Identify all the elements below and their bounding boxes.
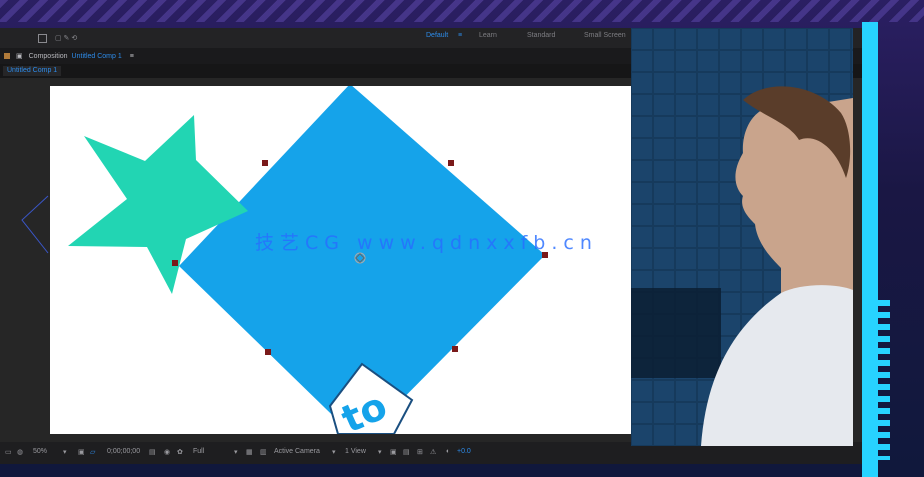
chevron-down-icon[interactable]: ▾ bbox=[378, 448, 382, 456]
panel-menu-icon[interactable]: ≡ bbox=[130, 53, 134, 60]
chevron-down-icon[interactable]: ▾ bbox=[332, 448, 336, 456]
transform-handle[interactable] bbox=[448, 160, 454, 166]
color-management-icon[interactable]: ✿ bbox=[177, 448, 183, 456]
timecode[interactable]: 0;00;00;00 bbox=[107, 448, 140, 455]
selection-tool-icon[interactable] bbox=[38, 33, 47, 43]
tool-label: ▢ ✎ ⟲ bbox=[55, 35, 78, 42]
workspace-tab-learn[interactable]: Learn bbox=[479, 32, 497, 39]
fast-preview-icon[interactable]: ▤ bbox=[403, 448, 410, 456]
zoom-dropdown[interactable]: 50% bbox=[33, 448, 47, 455]
camera-icon[interactable]: ▤ bbox=[149, 448, 156, 456]
panel-title: Composition bbox=[28, 52, 68, 60]
workspace-tab-default[interactable]: Default bbox=[426, 32, 448, 39]
presenter-photo bbox=[631, 28, 853, 446]
chevron-down-icon[interactable]: ▾ bbox=[63, 448, 67, 456]
camera-dropdown[interactable]: Active Camera bbox=[274, 448, 320, 455]
close-icon[interactable]: ▣ bbox=[16, 52, 23, 60]
workspace-tab-standard[interactable]: Standard bbox=[527, 32, 555, 39]
exposure-icon[interactable]: ◐ bbox=[446, 448, 450, 455]
region-icon[interactable]: ▱ bbox=[90, 448, 95, 456]
cyan-stripe-accent bbox=[878, 300, 890, 460]
transform-handle[interactable] bbox=[452, 346, 458, 352]
color-icon[interactable]: ◉ bbox=[164, 448, 170, 456]
mask-icon[interactable]: ◍ bbox=[17, 448, 23, 456]
timeline-icon[interactable]: ⊞ bbox=[417, 448, 423, 456]
workspace-menu-icon[interactable]: ≡ bbox=[458, 32, 462, 39]
transparency-grid-icon[interactable]: ▦ bbox=[246, 448, 253, 456]
exposure-value[interactable]: +0.0 bbox=[457, 448, 471, 455]
cyan-frame-accent bbox=[862, 22, 878, 477]
workspace-tab-small-screen[interactable]: Small Screen bbox=[584, 32, 626, 39]
presenter-video-overlay bbox=[631, 28, 853, 446]
composition-canvas[interactable]: to bbox=[50, 86, 631, 434]
transform-handle[interactable] bbox=[265, 349, 271, 355]
background-stripes bbox=[0, 0, 924, 22]
comp-name[interactable]: Untitled Comp 1 bbox=[72, 53, 122, 60]
flowchart-icon[interactable]: ⚠ bbox=[430, 448, 436, 456]
always-preview-icon[interactable]: ▭ bbox=[5, 448, 12, 456]
resolution-dropdown[interactable]: Full bbox=[193, 448, 204, 455]
watermark-text: 技艺CG www.qdnxxfb.cn bbox=[255, 232, 598, 254]
panel-color-icon bbox=[4, 53, 10, 59]
toggle-pixel-icon[interactable]: ▣ bbox=[390, 448, 397, 456]
transform-handle[interactable] bbox=[172, 260, 178, 266]
roi-icon[interactable]: ▥ bbox=[260, 448, 267, 456]
chevron-down-icon[interactable]: ▾ bbox=[234, 448, 238, 456]
canvas-shapes: to bbox=[68, 86, 548, 434]
views-dropdown[interactable]: 1 View bbox=[345, 448, 366, 455]
comp-tab[interactable]: Untitled Comp 1 bbox=[3, 66, 62, 76]
transform-handle[interactable] bbox=[262, 160, 268, 166]
snapshot-icon[interactable]: ▣ bbox=[78, 448, 85, 456]
pasteboard-outline bbox=[21, 195, 49, 254]
